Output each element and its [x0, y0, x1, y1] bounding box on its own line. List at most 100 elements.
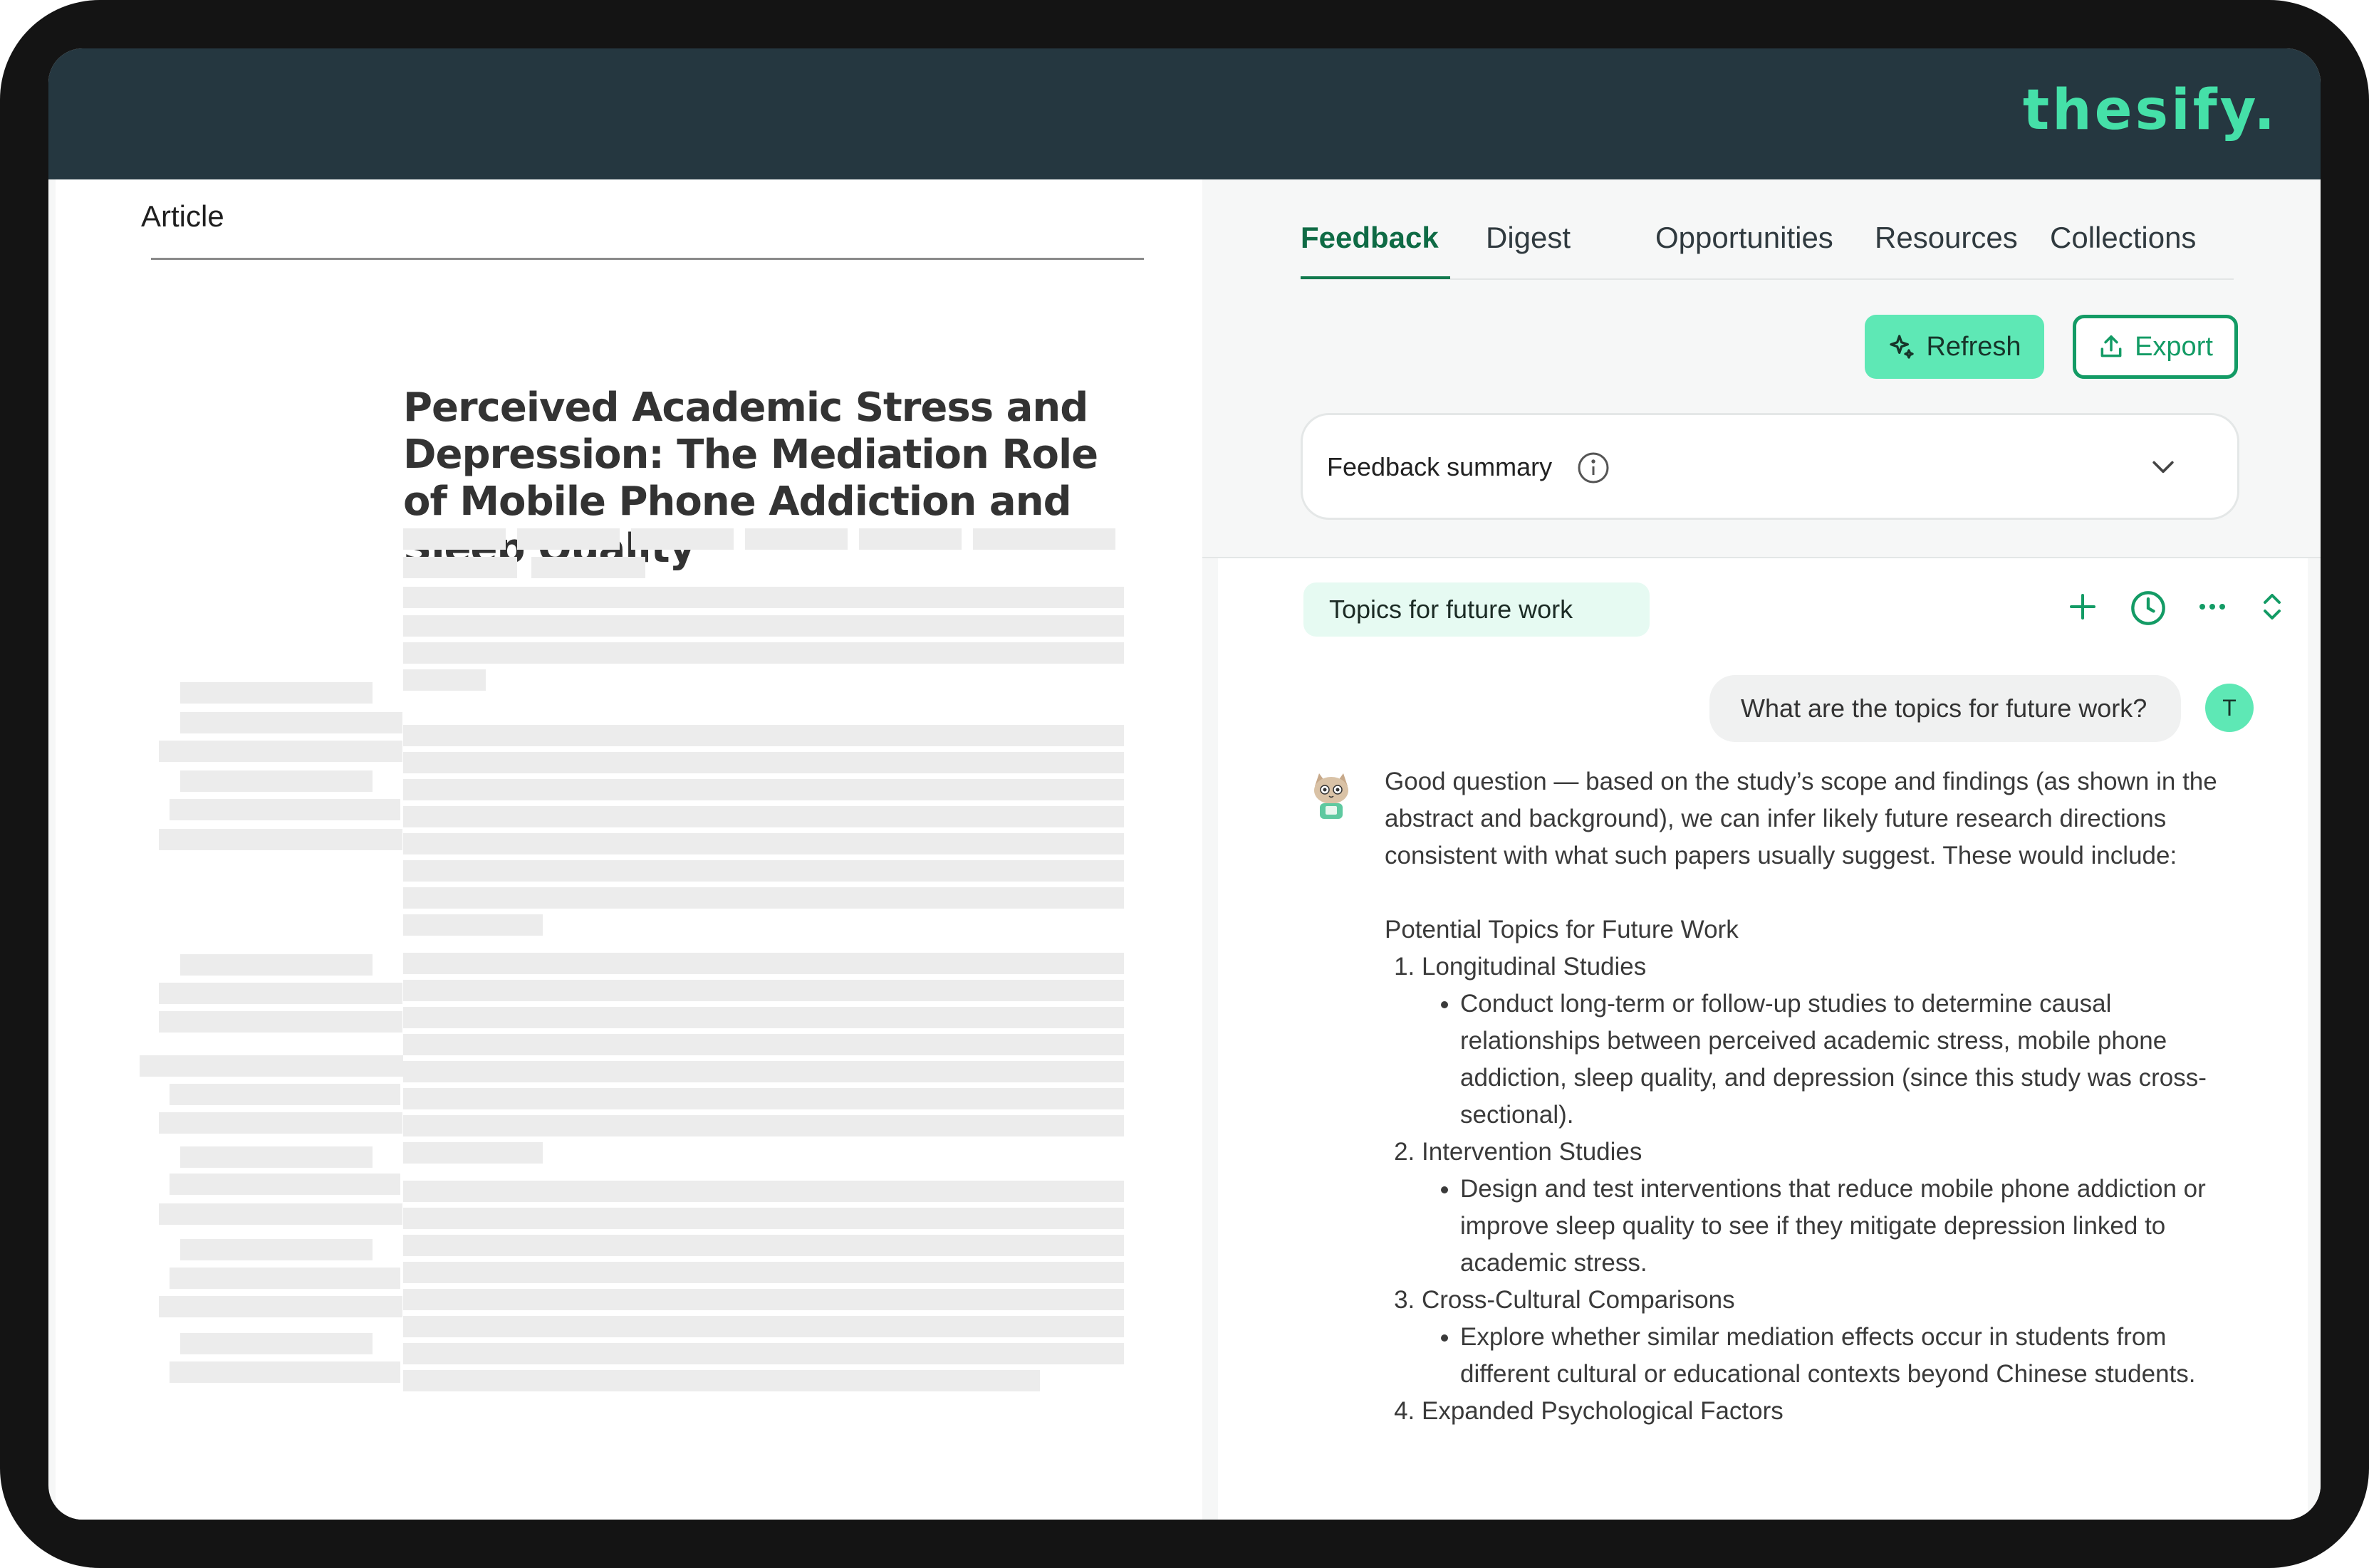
answer-intro: Good question — based on the study’s sco… [1385, 768, 2217, 869]
text-placeholder-bar [403, 914, 543, 936]
text-placeholder-bar [159, 1112, 402, 1134]
export-button[interactable]: Export [2073, 315, 2238, 379]
text-placeholder-bar [403, 587, 1124, 608]
text-placeholder-bar [180, 682, 373, 704]
text-placeholder-bar [859, 528, 962, 550]
text-placeholder-bar [403, 1289, 1124, 1310]
text-placeholder-bar [403, 953, 1124, 974]
text-placeholder-bar [403, 779, 1124, 800]
text-placeholder-bar [403, 860, 1124, 882]
text-placeholder-bar [159, 741, 402, 762]
text-placeholder-bar [403, 1181, 1124, 1202]
tab-digest[interactable]: Digest [1486, 221, 1571, 255]
info-icon[interactable] [1576, 451, 1610, 485]
text-placeholder-bar [170, 799, 400, 820]
export-label: Export [2135, 331, 2213, 362]
user-avatar[interactable]: T [2205, 684, 2254, 732]
text-placeholder-bar [403, 980, 1124, 1001]
tab-resources[interactable]: Resources [1875, 221, 2018, 255]
refresh-button[interactable]: Refresh [1865, 315, 2044, 379]
answer-list-heading: Potential Topics for Future Work [1385, 916, 1739, 944]
active-tab-indicator [1301, 276, 1450, 279]
refresh-label: Refresh [1926, 331, 2021, 362]
list-item: Intervention Studies Design and test int… [1422, 1134, 2232, 1282]
text-placeholder-bar [403, 752, 1124, 773]
user-message: What are the topics for future work? [1709, 675, 2181, 742]
text-placeholder-bar [159, 1296, 402, 1317]
text-placeholder-bar [403, 1034, 1124, 1055]
text-placeholder-bar [403, 1142, 543, 1164]
text-placeholder-bar [403, 1061, 1124, 1082]
text-placeholder-bar [170, 1361, 400, 1383]
tab-opportunities[interactable]: Opportunities [1655, 221, 1833, 255]
topic-chip[interactable]: Topics for future work [1303, 582, 1650, 637]
list-item: Longitudinal Studies Conduct long-term o… [1422, 948, 2232, 1134]
list-item-title: Expanded Psychological Factors [1422, 1397, 1784, 1425]
text-placeholder-bar [159, 829, 402, 850]
text-placeholder-bar [170, 1084, 400, 1105]
plus-icon[interactable] [2066, 590, 2100, 624]
device-frame: thesify. Article Perceived Academic Stre… [0, 0, 2369, 1568]
text-placeholder-bar [159, 983, 402, 1004]
top-bar: thesify. [48, 48, 2321, 179]
thesify-logo: thesify. [2022, 78, 2278, 142]
list-item: Cross-Cultural Comparisons Explore wheth… [1422, 1282, 2232, 1393]
list-item-bullet: Explore whether similar mediation effect… [1460, 1319, 2232, 1393]
text-placeholder-bar [403, 1088, 1124, 1109]
text-placeholder-bar [159, 1203, 402, 1225]
user-message-text: What are the topics for future work? [1741, 694, 2147, 723]
panel-tabs: Feedback Digest Opportunities Resources … [1202, 179, 2321, 286]
chevron-down-icon[interactable] [2147, 451, 2179, 482]
tab-collections[interactable]: Collections [2050, 221, 2196, 255]
text-placeholder-bar [403, 1007, 1124, 1028]
list-item-bullet: Design and test interventions that reduc… [1460, 1171, 2232, 1282]
text-placeholder-bar [973, 528, 1115, 550]
expand-collapse-icon[interactable] [2255, 590, 2289, 624]
list-item-title: Longitudinal Studies [1422, 953, 1647, 981]
list-item: Expanded Psychological Factors [1422, 1393, 2232, 1430]
text-placeholder-bar [180, 1239, 373, 1260]
text-placeholder-bar [403, 669, 486, 691]
text-placeholder-bar [403, 642, 1124, 664]
text-placeholder-bar [403, 1262, 1124, 1283]
text-placeholder-bar [180, 712, 402, 733]
text-placeholder-bar [403, 557, 517, 578]
text-placeholder-bar [403, 1343, 1124, 1364]
text-placeholder-bar [403, 1208, 1124, 1229]
text-placeholder-bar [170, 1174, 400, 1195]
text-placeholder-bar [531, 557, 645, 578]
text-placeholder-bar [403, 887, 1124, 909]
article-tab-divider [151, 258, 1144, 260]
feedback-summary-accordion[interactable]: Feedback summary [1301, 413, 2239, 520]
upload-icon [2100, 335, 2122, 357]
text-placeholder-bar [180, 954, 373, 976]
list-item-bullet: Conduct long-term or follow-up studies t… [1460, 986, 2232, 1134]
list-item-title: Intervention Studies [1422, 1138, 1642, 1166]
article-tab[interactable]: Article [141, 199, 224, 234]
sparkle-icon [1890, 335, 1915, 359]
feedback-summary-label: Feedback summary [1327, 452, 1553, 481]
app-screen: thesify. Article Perceived Academic Stre… [48, 48, 2321, 1520]
text-placeholder-bar [140, 1055, 403, 1077]
more-icon[interactable] [2195, 590, 2229, 624]
text-placeholder-bar [403, 806, 1124, 827]
chat-area: Topics for future work What are the topi… [1218, 558, 2308, 1520]
future-work-list: Longitudinal Studies Conduct long-term o… [1385, 948, 2232, 1430]
list-item-title: Cross-Cultural Comparisons [1422, 1286, 1735, 1314]
tab-feedback[interactable]: Feedback [1301, 221, 1439, 255]
text-placeholder-bar [159, 1011, 402, 1033]
feedback-panel: Feedback Digest Opportunities Resources … [1202, 179, 2321, 1520]
text-placeholder-bar [180, 770, 373, 792]
text-placeholder-bar [180, 1333, 373, 1354]
text-placeholder-bar [403, 833, 1124, 854]
text-placeholder-bar [403, 1235, 1124, 1256]
clock-icon[interactable] [2130, 590, 2167, 627]
text-placeholder-bar [403, 615, 1124, 637]
text-placeholder-bar [170, 1268, 400, 1289]
text-placeholder-bar [403, 725, 1124, 746]
text-placeholder-bar [517, 528, 620, 550]
text-placeholder-bar [403, 1115, 1124, 1136]
assistant-answer: Good question — based on the study’s sco… [1385, 763, 2232, 1430]
cat-bot-avatar-icon [1314, 773, 1348, 819]
text-placeholder-bar [631, 528, 734, 550]
